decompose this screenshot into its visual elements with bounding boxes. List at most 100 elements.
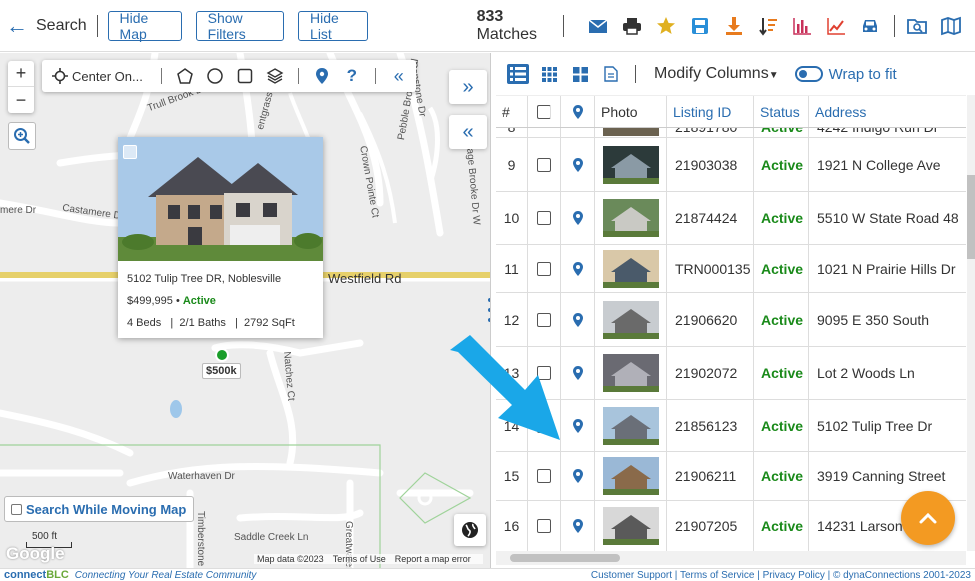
layers-icon[interactable]: [266, 67, 284, 85]
row-checkbox[interactable]: [537, 312, 551, 327]
listing-thumbnail[interactable]: [603, 145, 659, 184]
car-icon[interactable]: [860, 16, 880, 36]
row-pin-cell[interactable]: [561, 192, 595, 244]
row-photo-cell[interactable]: [595, 400, 667, 451]
row-listing-id[interactable]: 21856123: [667, 400, 754, 451]
print-icon[interactable]: [622, 16, 642, 36]
row-pin-cell[interactable]: [561, 452, 595, 500]
help-icon[interactable]: ?: [343, 66, 361, 85]
col-header-listing-id[interactable]: Listing ID: [667, 96, 754, 127]
row-photo-cell[interactable]: [595, 347, 667, 399]
wrap-to-fit-toggle[interactable]: [794, 66, 823, 82]
row-photo-cell[interactable]: [595, 452, 667, 500]
row-checkbox[interactable]: [537, 519, 551, 533]
pin-icon[interactable]: [313, 67, 331, 85]
report-view-button[interactable]: [600, 64, 622, 84]
row-checkbox-cell[interactable]: [528, 452, 561, 500]
row-photo-cell[interactable]: [595, 192, 667, 244]
listing-photo[interactable]: [118, 137, 323, 261]
listing-thumbnail[interactable]: [603, 300, 659, 339]
row-checkbox[interactable]: [537, 157, 551, 172]
table-row[interactable]: 9 21903038 Active 1921 N College Ave: [496, 138, 966, 192]
table-row[interactable]: 8 21891780 Active 4242 Indigo Run Dr: [496, 128, 966, 138]
col-header-select[interactable]: [528, 96, 561, 127]
row-listing-id[interactable]: 21906211: [667, 452, 754, 500]
listing-thumbnail[interactable]: [603, 406, 659, 445]
row-pin-cell[interactable]: [561, 138, 595, 191]
back-to-search-button[interactable]: ← Search: [6, 11, 87, 41]
row-photo-cell[interactable]: [595, 245, 667, 292]
scroll-to-top-button[interactable]: [901, 491, 955, 545]
vertical-scrollbar[interactable]: [967, 95, 975, 551]
list-view-button[interactable]: [507, 64, 529, 84]
table-row[interactable]: 15 21906211 Active 3919 Canning Street: [496, 452, 966, 501]
pin-icon[interactable]: [571, 157, 585, 173]
trend-chart-icon[interactable]: [826, 16, 846, 36]
table-row[interactable]: 11 TRN000135 Active 1021 N Prairie Hills Dr: [496, 245, 966, 293]
table-row[interactable]: 10 21874424 Active 5510 W State Road 48: [496, 192, 966, 245]
folder-search-icon[interactable]: [907, 16, 927, 36]
col-header-status[interactable]: Status: [754, 96, 809, 127]
row-checkbox-cell[interactable]: [528, 192, 561, 244]
listing-thumbnail[interactable]: [603, 249, 659, 288]
listing-thumbnail[interactable]: [603, 354, 659, 392]
draw-polygon-icon[interactable]: [176, 67, 194, 85]
email-icon[interactable]: [588, 16, 608, 36]
row-photo-cell[interactable]: [595, 128, 667, 137]
collapse-toolbar-icon[interactable]: «: [390, 66, 408, 86]
row-checkbox-cell[interactable]: [528, 501, 561, 551]
row-listing-id[interactable]: 21906620: [667, 293, 754, 346]
modify-columns-dropdown[interactable]: Modify Columns▼: [654, 65, 779, 83]
zoom-to-fit-button[interactable]: [8, 122, 36, 150]
search-while-moving-checkbox[interactable]: [11, 503, 22, 515]
download-icon[interactable]: [724, 16, 744, 36]
table-row[interactable]: 16 21907205 Active 14231 Larson Dr: [496, 501, 966, 551]
row-checkbox-cell[interactable]: [528, 128, 561, 137]
sort-icon[interactable]: [758, 16, 778, 36]
draw-rectangle-icon[interactable]: [236, 67, 254, 85]
pin-icon[interactable]: [571, 312, 585, 328]
draw-circle-icon[interactable]: [206, 67, 224, 85]
row-listing-id[interactable]: 21874424: [667, 192, 754, 244]
bar-chart-icon[interactable]: [792, 16, 812, 36]
expand-map-button[interactable]: »: [449, 70, 487, 104]
col-header-address[interactable]: Address: [809, 96, 966, 127]
grid-view-button[interactable]: [538, 64, 560, 84]
horizontal-scrollbar[interactable]: [496, 551, 966, 565]
select-checkbox[interactable]: [123, 145, 137, 159]
pin-icon[interactable]: [571, 518, 585, 534]
row-listing-id[interactable]: 21902072: [667, 347, 754, 399]
hide-list-button[interactable]: Hide List: [298, 10, 368, 42]
tile-view-button[interactable]: [569, 64, 591, 84]
collapse-map-button[interactable]: «: [449, 115, 487, 149]
row-listing-id[interactable]: TRN000135: [667, 245, 754, 292]
report-map-error-link[interactable]: Report a map error: [395, 554, 471, 564]
favorite-star-icon[interactable]: [656, 16, 676, 36]
save-icon[interactable]: [690, 16, 710, 36]
pin-icon[interactable]: [571, 210, 585, 226]
hide-map-button[interactable]: Hide Map: [107, 10, 182, 42]
footer-links[interactable]: Customer Support | Terms of Service | Pr…: [591, 570, 971, 581]
row-checkbox[interactable]: [537, 211, 551, 225]
map-icon[interactable]: [941, 16, 961, 36]
pin-icon[interactable]: [571, 418, 585, 434]
listing-thumbnail[interactable]: [603, 199, 659, 237]
map-type-button[interactable]: [454, 514, 486, 546]
zoom-in-button[interactable]: +: [8, 61, 34, 87]
row-pin-cell[interactable]: [561, 245, 595, 292]
map-view[interactable]: mere Dr Castamere Dr Trull Brook Dr entg…: [0, 53, 490, 568]
row-pin-cell[interactable]: [561, 128, 595, 137]
wrap-to-fit-label[interactable]: Wrap to fit: [829, 66, 897, 83]
pin-icon[interactable]: [571, 468, 585, 484]
show-filters-button[interactable]: Show Filters: [195, 10, 285, 42]
zoom-out-button[interactable]: −: [8, 87, 34, 113]
listing-thumbnail[interactable]: [603, 457, 659, 495]
row-listing-id[interactable]: 21891780: [667, 128, 754, 137]
row-listing-id[interactable]: 21907205: [667, 501, 754, 551]
pin-icon[interactable]: [571, 261, 585, 277]
row-photo-cell[interactable]: [595, 138, 667, 191]
row-checkbox-cell[interactable]: [528, 245, 561, 292]
row-pin-cell[interactable]: [561, 501, 595, 551]
select-all-checkbox[interactable]: [537, 104, 551, 119]
price-tag[interactable]: $500k: [202, 363, 241, 379]
